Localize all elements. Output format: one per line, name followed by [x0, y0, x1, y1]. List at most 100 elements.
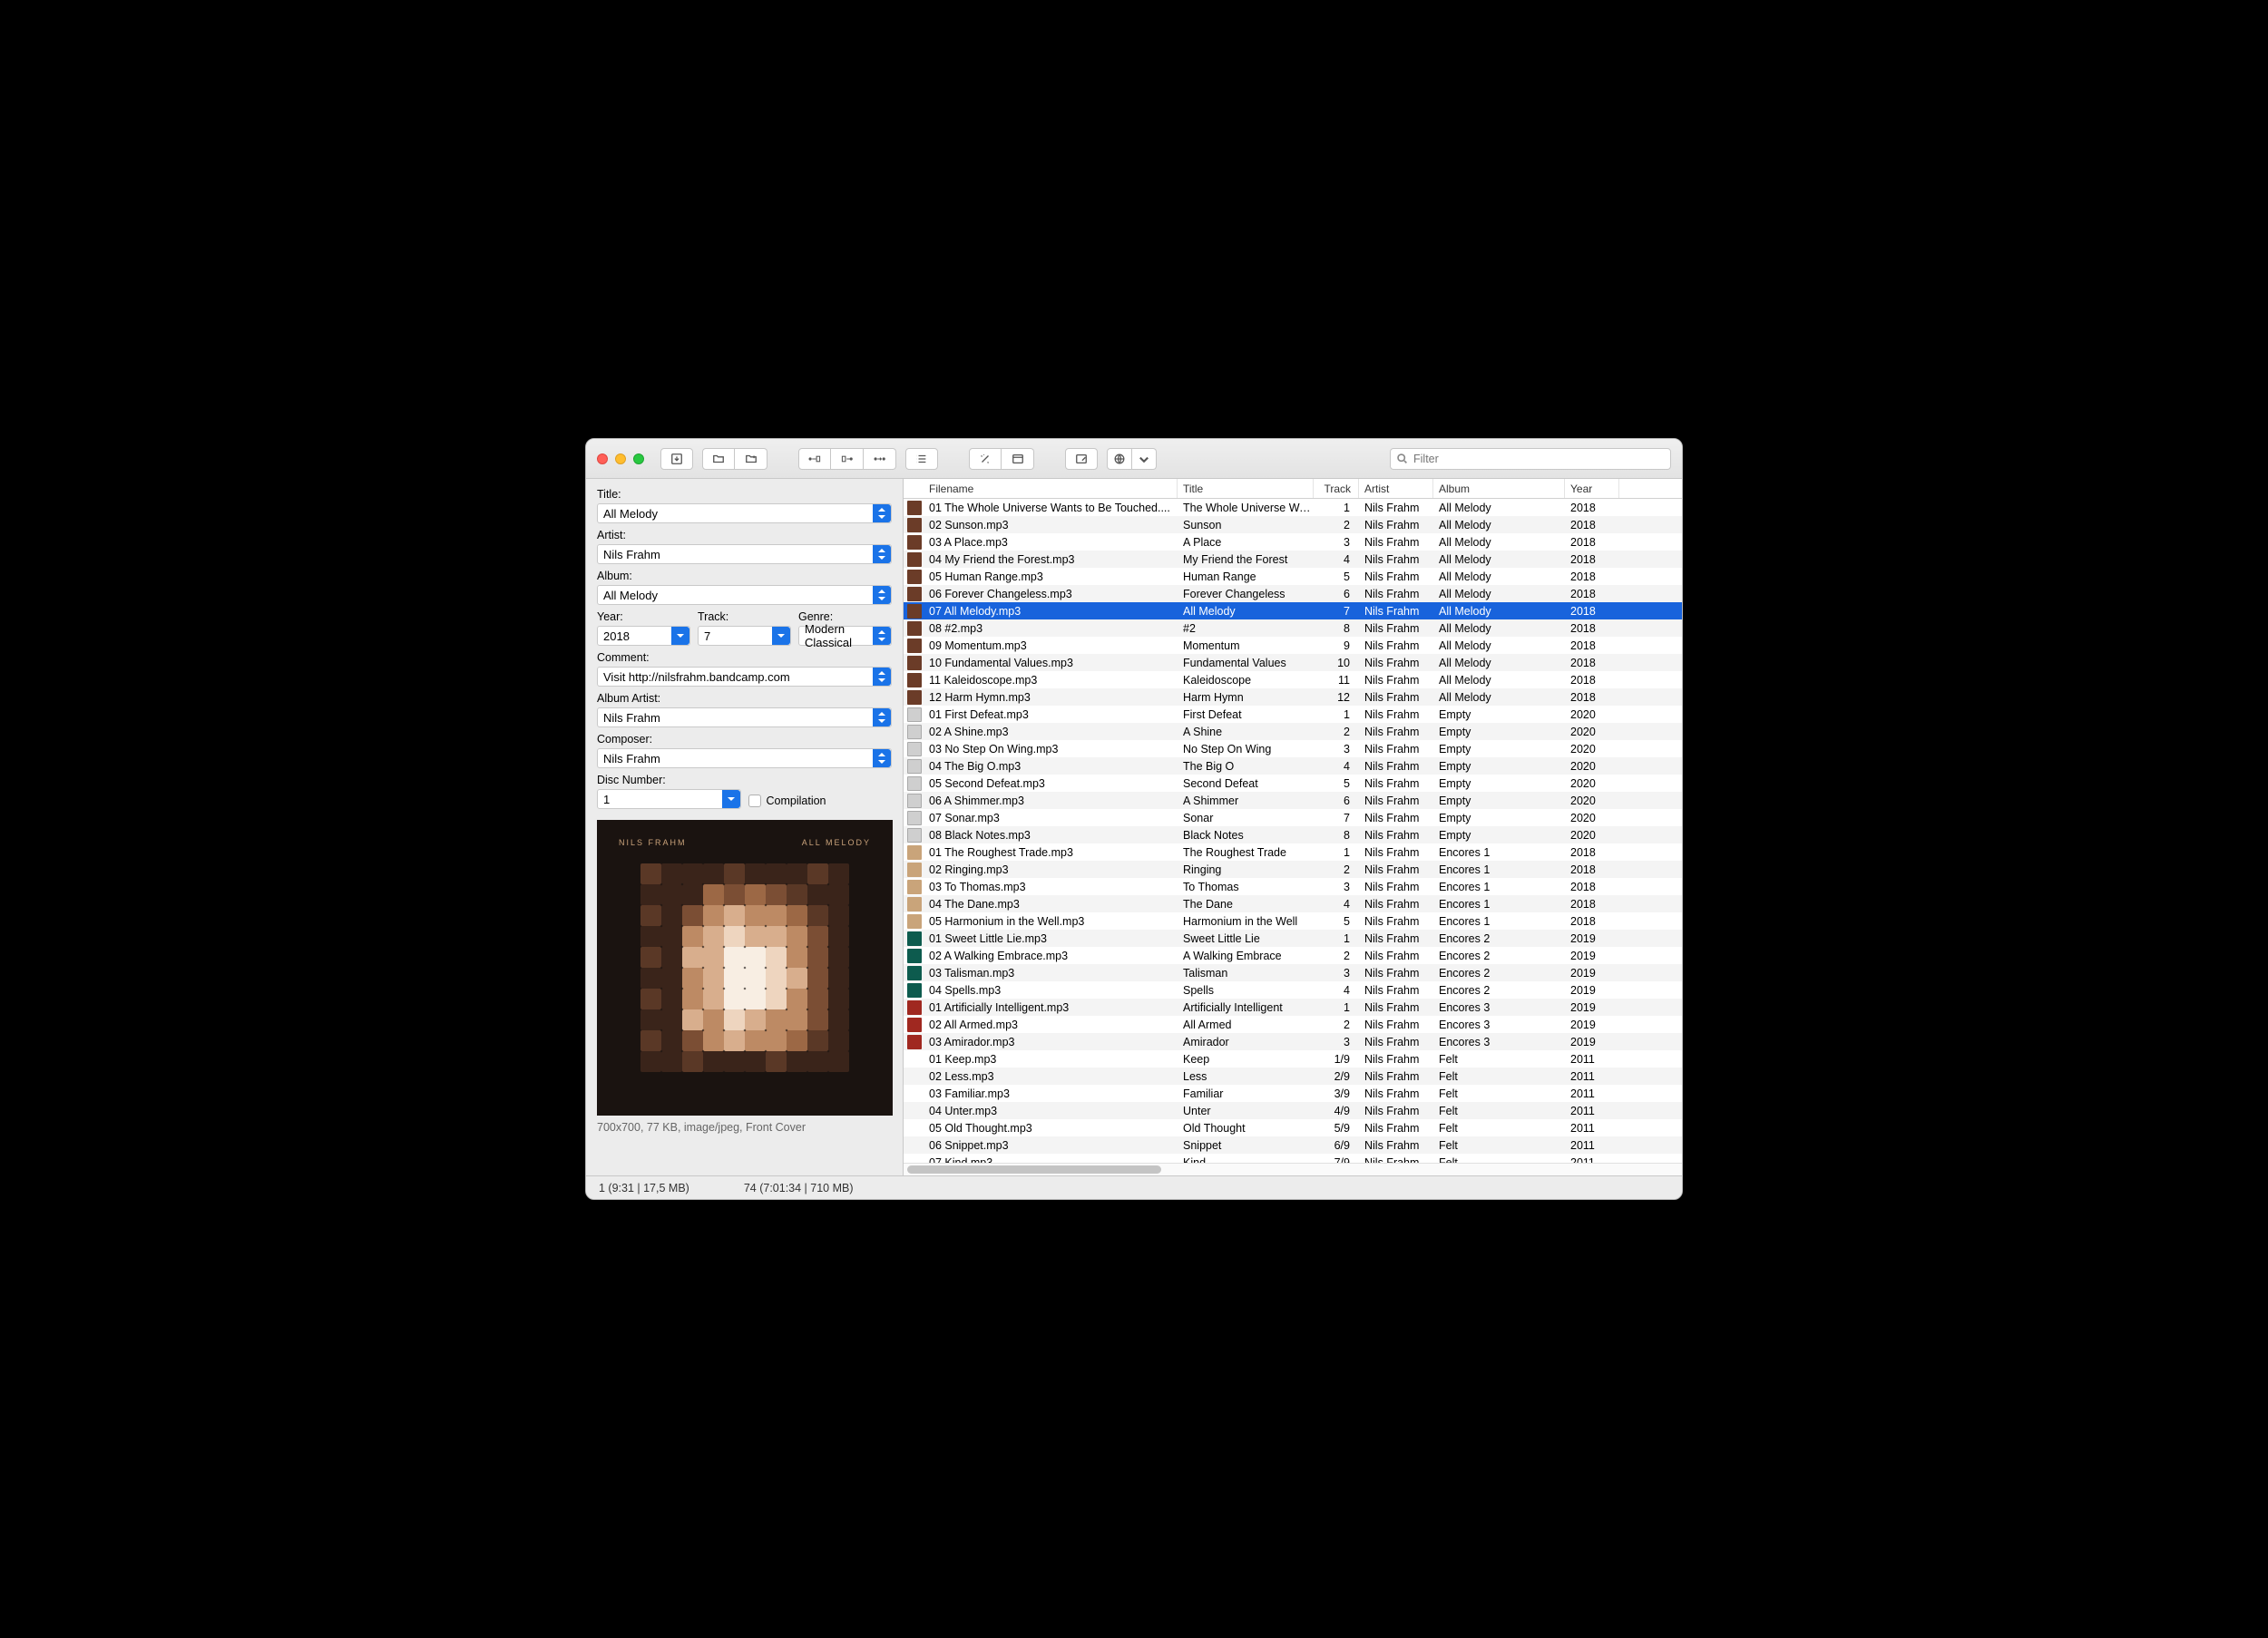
web-sources-button[interactable]	[1107, 448, 1132, 470]
file-rows[interactable]: 01 The Whole Universe Wants to Be Touche…	[904, 499, 1682, 1163]
dropdown-arrow-icon[interactable]	[873, 708, 891, 726]
file-row[interactable]: 04 Spells.mp3Spells4Nils FrahmEncores 22…	[904, 981, 1682, 999]
add-folder-button[interactable]	[735, 448, 767, 470]
file-to-tag-button[interactable]	[831, 448, 864, 470]
file-row[interactable]: 06 Snippet.mp3Snippet6/9Nils FrahmFelt20…	[904, 1136, 1682, 1154]
title-field[interactable]: All Melody	[597, 503, 892, 523]
disc-field[interactable]: 1	[597, 789, 741, 809]
filter-input[interactable]	[1412, 452, 1665, 466]
column-filename[interactable]: Filename	[924, 479, 1178, 498]
cell-artist: Nils Frahm	[1359, 502, 1433, 514]
file-row[interactable]: 06 A Shimmer.mp3A Shimmer6Nils FrahmEmpt…	[904, 792, 1682, 809]
file-row[interactable]: 03 Amirador.mp3Amirador3Nils FrahmEncore…	[904, 1033, 1682, 1050]
file-row[interactable]: 02 Sunson.mp3Sunson2Nils FrahmAll Melody…	[904, 516, 1682, 533]
cell-year: 2011	[1565, 1053, 1619, 1066]
file-row[interactable]: 01 The Whole Universe Wants to Be Touche…	[904, 499, 1682, 516]
cell-album: Felt	[1433, 1070, 1565, 1083]
file-row[interactable]: 07 Kind.mp3Kind7/9Nils FrahmFelt2011	[904, 1154, 1682, 1163]
file-row[interactable]: 02 Ringing.mp3Ringing2Nils FrahmEncores …	[904, 861, 1682, 878]
track-field[interactable]: 7	[698, 626, 791, 646]
dropdown-arrow-icon[interactable]	[671, 627, 689, 645]
cover-art[interactable]: NILS FRAHM ALL MELODY	[597, 820, 893, 1116]
file-row[interactable]: 04 The Big O.mp3The Big O4Nils FrahmEmpt…	[904, 757, 1682, 775]
save-button[interactable]	[660, 448, 693, 470]
cell-title: Momentum	[1178, 639, 1314, 652]
file-row[interactable]: 08 Black Notes.mp3Black Notes8Nils Frahm…	[904, 826, 1682, 843]
file-row[interactable]: 06 Forever Changeless.mp3Forever Changel…	[904, 585, 1682, 602]
file-row[interactable]: 04 Unter.mp3Unter4/9Nils FrahmFelt2011	[904, 1102, 1682, 1119]
dropdown-arrow-icon[interactable]	[873, 627, 891, 645]
dropdown-arrow-icon[interactable]	[873, 586, 891, 604]
genre-field[interactable]: Modern Classical	[798, 626, 892, 646]
file-row[interactable]: 02 All Armed.mp3All Armed2Nils FrahmEnco…	[904, 1016, 1682, 1033]
file-row[interactable]: 08 #2.mp3#28Nils FrahmAll Melody2018	[904, 619, 1682, 637]
column-artist[interactable]: Artist	[1359, 479, 1433, 498]
zoom-window-button[interactable]	[633, 453, 644, 464]
file-row[interactable]: 02 A Shine.mp3A Shine2Nils FrahmEmpty202…	[904, 723, 1682, 740]
tag-to-file-button[interactable]	[798, 448, 831, 470]
file-row[interactable]: 02 Less.mp3Less2/9Nils FrahmFelt2011	[904, 1068, 1682, 1085]
file-row[interactable]: 11 Kaleidoscope.mp3Kaleidoscope11Nils Fr…	[904, 671, 1682, 688]
album-artist-field[interactable]: Nils Frahm	[597, 707, 892, 727]
file-row[interactable]: 07 Sonar.mp3Sonar7Nils FrahmEmpty2020	[904, 809, 1682, 826]
filter-search[interactable]	[1390, 448, 1671, 470]
auto-tag-button[interactable]	[969, 448, 1002, 470]
file-row[interactable]: 12 Harm Hymn.mp3Harm Hymn12Nils FrahmAll…	[904, 688, 1682, 706]
file-row[interactable]: 03 To Thomas.mp3To Thomas3Nils FrahmEnco…	[904, 878, 1682, 895]
file-row[interactable]: 05 Old Thought.mp3Old Thought5/9Nils Fra…	[904, 1119, 1682, 1136]
artist-field[interactable]: Nils Frahm	[597, 544, 892, 564]
file-row[interactable]: 04 The Dane.mp3The Dane4Nils FrahmEncore…	[904, 895, 1682, 912]
year-field[interactable]: 2018	[597, 626, 690, 646]
open-folder-button[interactable]	[702, 448, 735, 470]
column-album[interactable]: Album	[1433, 479, 1565, 498]
column-track[interactable]: Track	[1314, 479, 1359, 498]
file-row[interactable]: 04 My Friend the Forest.mp3My Friend the…	[904, 551, 1682, 568]
cell-filename: 06 Forever Changeless.mp3	[924, 588, 1178, 600]
file-row[interactable]: 01 Artificially Intelligent.mp3Artificia…	[904, 999, 1682, 1016]
compilation-checkbox[interactable]	[748, 795, 761, 807]
dropdown-arrow-icon[interactable]	[873, 504, 891, 522]
file-row[interactable]: 03 No Step On Wing.mp3No Step On Wing3Ni…	[904, 740, 1682, 757]
dropdown-arrow-icon[interactable]	[722, 790, 740, 808]
rename-button[interactable]	[864, 448, 896, 470]
dropdown-arrow-icon[interactable]	[873, 545, 891, 563]
web-sources-menu[interactable]	[1132, 448, 1157, 470]
file-row[interactable]: 01 Sweet Little Lie.mp3Sweet Little Lie1…	[904, 930, 1682, 947]
album-art-icon	[907, 535, 922, 550]
composer-field[interactable]: Nils Frahm	[597, 748, 892, 768]
file-row[interactable]: 05 Harmonium in the Well.mp3Harmonium in…	[904, 912, 1682, 930]
comment-field[interactable]: Visit http://nilsfrahm.bandcamp.com	[597, 667, 892, 687]
cell-album: Empty	[1433, 708, 1565, 721]
column-title[interactable]: Title	[1178, 479, 1314, 498]
file-row[interactable]: 07 All Melody.mp3All Melody7Nils FrahmAl…	[904, 602, 1682, 619]
minimize-window-button[interactable]	[615, 453, 626, 464]
tag-editor-sidebar: Title: All Melody Artist: Nils Frahm Alb…	[586, 479, 904, 1175]
cell-title: First Defeat	[1178, 708, 1314, 721]
dropdown-arrow-icon[interactable]	[772, 627, 790, 645]
file-row[interactable]: 01 Keep.mp3Keep1/9Nils FrahmFelt2011	[904, 1050, 1682, 1068]
cell-artist: Nils Frahm	[1359, 1053, 1433, 1066]
file-row[interactable]: 03 A Place.mp3A Place3Nils FrahmAll Melo…	[904, 533, 1682, 551]
album-field[interactable]: All Melody	[597, 585, 892, 605]
file-row[interactable]: 03 Talisman.mp3Talisman3Nils FrahmEncore…	[904, 964, 1682, 981]
open-browser-button[interactable]	[1002, 448, 1034, 470]
file-row[interactable]: 03 Familiar.mp3Familiar3/9Nils FrahmFelt…	[904, 1085, 1682, 1102]
cell-filename: 01 The Roughest Trade.mp3	[924, 846, 1178, 859]
file-row[interactable]: 01 First Defeat.mp3First Defeat1Nils Fra…	[904, 706, 1682, 723]
file-row[interactable]: 09 Momentum.mp3Momentum9Nils FrahmAll Me…	[904, 637, 1682, 654]
close-window-button[interactable]	[597, 453, 608, 464]
horizontal-scrollbar[interactable]	[904, 1163, 1682, 1175]
file-row[interactable]: 01 The Roughest Trade.mp3The Roughest Tr…	[904, 843, 1682, 861]
scrollbar-thumb[interactable]	[907, 1165, 1161, 1174]
dropdown-arrow-icon[interactable]	[873, 668, 891, 686]
file-row[interactable]: 05 Human Range.mp3Human Range5Nils Frahm…	[904, 568, 1682, 585]
file-row[interactable]: 05 Second Defeat.mp3Second Defeat5Nils F…	[904, 775, 1682, 792]
column-year[interactable]: Year	[1565, 479, 1619, 498]
number-tracks-button[interactable]	[905, 448, 938, 470]
dropdown-arrow-icon[interactable]	[873, 749, 891, 767]
cover-art-image	[640, 863, 849, 1072]
file-row[interactable]: 02 A Walking Embrace.mp3A Walking Embrac…	[904, 947, 1682, 964]
file-row[interactable]: 10 Fundamental Values.mp3Fundamental Val…	[904, 654, 1682, 671]
edit-button[interactable]	[1065, 448, 1098, 470]
cell-artist: Nils Frahm	[1359, 950, 1433, 962]
